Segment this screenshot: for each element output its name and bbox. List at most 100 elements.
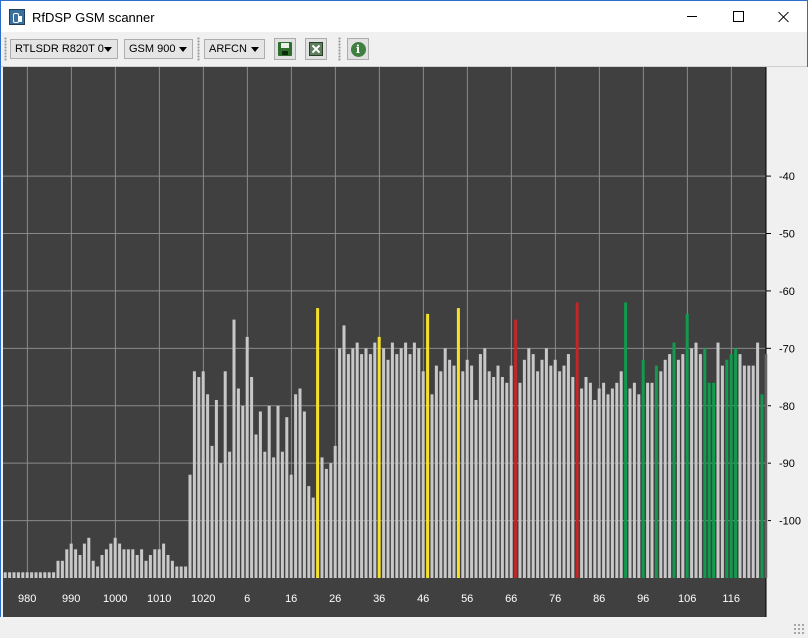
spectrum-bar — [364, 348, 368, 578]
spectrum-bar — [395, 354, 399, 578]
x-tick-label: 46 — [417, 593, 429, 605]
spectrum-bar-green — [703, 348, 707, 578]
spectrum-bar — [276, 405, 280, 578]
info-button[interactable]: i — [347, 38, 369, 60]
save-button[interactable] — [274, 38, 296, 60]
spectrum-bar — [162, 543, 166, 578]
spectrum-bar — [175, 566, 179, 578]
spectrum-bar-green — [760, 394, 764, 578]
spectrum-bar — [584, 377, 588, 578]
spectrum-bar — [272, 457, 276, 578]
clear-icon — [309, 42, 323, 56]
device-select[interactable]: RTLSDR R820T 0 — [10, 39, 118, 59]
spectrum-bar — [663, 359, 667, 578]
spectrum-bar — [566, 354, 570, 578]
x-tick-label: 990 — [62, 593, 80, 605]
band-select[interactable]: GSM 900 — [124, 39, 193, 59]
spectrum-bar — [236, 388, 240, 578]
device-select-value: RTLSDR R820T 0 — [15, 43, 104, 55]
spectrum-bar — [690, 348, 694, 578]
spectrum-bar — [52, 572, 56, 578]
spectrum-bar — [465, 359, 469, 578]
x-tick-label: 1000 — [103, 593, 127, 605]
title-bar[interactable]: RfDSP GSM scanner — [1, 1, 807, 32]
spectrum-chart[interactable]: -40 -50 -60 -70 -80 -90 -100 980 990 1000 1010 1020… — [0, 67, 808, 617]
spectrum-bar — [738, 354, 742, 578]
toolbar-grip[interactable] — [338, 37, 341, 61]
spectrum-bar — [69, 543, 73, 578]
spectrum-bar — [527, 348, 531, 578]
spectrum-bar — [531, 354, 535, 578]
x-tick-label: 56 — [461, 593, 473, 605]
maximize-icon — [732, 11, 744, 22]
spectrum-bar — [294, 394, 298, 578]
spectrum-bar — [562, 365, 566, 578]
spectrum-bar — [21, 572, 25, 578]
spectrum-bar — [100, 555, 104, 578]
x-tick-label: 6 — [244, 593, 250, 605]
spectrum-bar — [263, 451, 267, 578]
spectrum-bar-green — [725, 359, 729, 578]
spectrum-bar — [580, 388, 584, 578]
spectrum-bar — [496, 365, 500, 578]
spectrum-bar — [113, 537, 117, 578]
spectrum-bar — [30, 572, 34, 578]
spectrum-bar — [505, 382, 509, 578]
spectrum-bar — [285, 417, 289, 578]
spectrum-bar — [637, 394, 641, 578]
maximize-button[interactable] — [715, 1, 761, 32]
close-button[interactable] — [761, 1, 807, 32]
clear-button[interactable] — [305, 38, 327, 60]
spectrum-bar — [509, 365, 513, 578]
spectrum-bar — [518, 382, 522, 578]
spectrum-bar — [96, 566, 100, 578]
spectrum-bar — [135, 555, 139, 578]
spectrum-bar — [78, 555, 82, 578]
toolbar-grip[interactable] — [197, 37, 200, 61]
spectrum-bar — [122, 549, 126, 578]
spectrum-bar — [751, 365, 755, 578]
spectrum-bar — [74, 549, 78, 578]
spectrum-bar — [214, 400, 218, 578]
spectrum-bar — [742, 365, 746, 578]
spectrum-bar — [716, 342, 720, 578]
toolbar-grip[interactable] — [4, 37, 7, 61]
spectrum-bar — [434, 365, 438, 578]
spectrum-bar-green — [654, 365, 658, 578]
spectrum-plot[interactable]: -40 -50 -60 -70 -80 -90 -100 980 990 1000 1010 1020… — [0, 67, 808, 617]
spectrum-bar — [360, 354, 364, 578]
resize-grip[interactable] — [793, 623, 805, 635]
spectrum-bar — [192, 371, 196, 578]
spectrum-bar — [549, 365, 553, 578]
spectrum-bar — [610, 388, 614, 578]
spectrum-bar — [131, 549, 135, 578]
spectrum-bar — [659, 371, 663, 578]
spectrum-bar — [694, 342, 698, 578]
spectrum-bar — [540, 359, 544, 578]
spectrum-bar-yellow — [377, 336, 381, 578]
spectrum-bar — [241, 405, 245, 578]
spectrum-bar-red — [575, 302, 579, 578]
spectrum-bar — [188, 474, 192, 578]
spectrum-bar — [153, 549, 157, 578]
axis-mode-select-value: ARFCN — [209, 43, 247, 55]
spectrum-bar — [421, 371, 425, 578]
spectrum-bar — [34, 572, 38, 578]
axis-mode-select[interactable]: ARFCN — [204, 39, 265, 59]
minimize-button[interactable] — [669, 1, 715, 32]
spectrum-bar — [8, 572, 12, 578]
spectrum-bar — [632, 382, 636, 578]
spectrum-bar — [47, 572, 51, 578]
spectrum-bar — [170, 560, 174, 578]
minimize-icon — [687, 16, 697, 17]
spectrum-bar — [184, 566, 188, 578]
spectrum-bar — [157, 549, 161, 578]
x-tick-label: 106 — [678, 593, 696, 605]
spectrum-bar — [25, 572, 29, 578]
spectrum-bar — [681, 354, 685, 578]
y-tick-label: -60 — [779, 286, 795, 298]
spectrum-bar — [210, 445, 214, 578]
spectrum-bar-green — [734, 348, 738, 578]
y-tick-label: -50 — [779, 229, 795, 241]
spectrum-bar — [144, 560, 148, 578]
